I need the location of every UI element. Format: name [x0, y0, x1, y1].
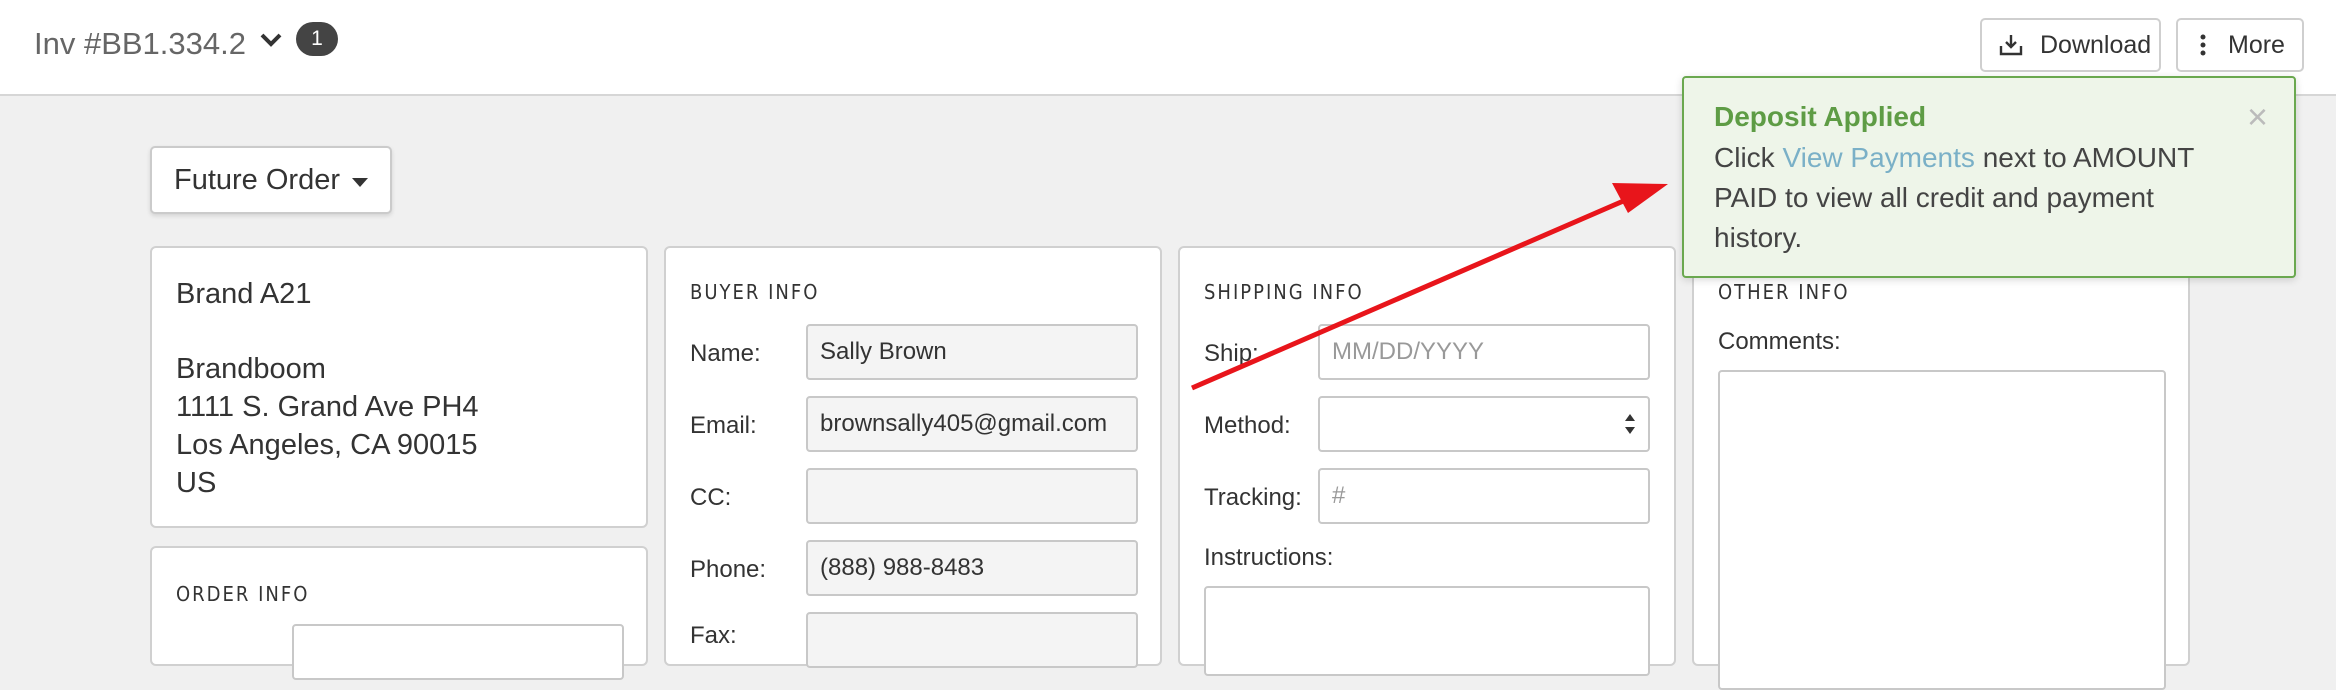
address-line: 1111 S. Grand Ave PH4	[176, 391, 479, 423]
order-info-field[interactable]	[292, 624, 624, 680]
tracking-field[interactable]: #	[1318, 468, 1650, 524]
phone-label: Phone:	[690, 556, 767, 583]
caret-down-icon	[352, 178, 368, 187]
more-label: More	[2228, 30, 2285, 59]
deposit-applied-toast: Deposit Applied Click View Payments next…	[1682, 76, 2296, 278]
comments-textarea[interactable]	[1718, 370, 2166, 690]
kebab-menu-icon	[2200, 34, 2206, 56]
order-info-title: ORDER INFO	[176, 582, 310, 606]
toast-title: Deposit Applied	[1714, 101, 1927, 132]
fax-field[interactable]	[806, 612, 1138, 668]
name-label: Name:	[690, 340, 761, 367]
view-payments-link[interactable]: View Payments	[1782, 142, 1974, 173]
brand-address: Brandboom 1111 S. Grand Ave PH4 Los Ange…	[176, 350, 622, 502]
email-label: Email:	[690, 412, 757, 439]
buyer-info-card: BUYER INFO Name: Sally Brown Email: brow…	[664, 246, 1162, 668]
cc-field[interactable]	[806, 468, 1138, 524]
toast-text-before: Click	[1714, 142, 1783, 173]
download-button[interactable]: Download	[1980, 18, 2161, 72]
tracking-label: Tracking:	[1204, 484, 1302, 511]
order-type-dropdown[interactable]: Future Order	[150, 146, 392, 214]
other-info-card: OTHER INFO Comments:	[1692, 246, 2190, 690]
other-info-title: OTHER INFO	[1718, 280, 1850, 304]
address-line: Los Angeles, CA 90015	[176, 429, 478, 461]
method-select[interactable]	[1318, 396, 1650, 452]
shipping-info-card: SHIPPING INFO Ship: MM/DD/YYYY Method: T…	[1178, 246, 1676, 676]
download-icon	[1999, 35, 2023, 56]
comments-label: Comments:	[1718, 328, 1841, 355]
ship-date-field[interactable]: MM/DD/YYYY	[1318, 324, 1650, 380]
brand-address-card: Brand A21 Brandboom 1111 S. Grand Ave PH…	[150, 246, 648, 528]
address-line: Brandboom	[176, 353, 326, 385]
address-line: US	[176, 467, 217, 499]
buyer-info-title: BUYER INFO	[690, 280, 820, 304]
instructions-textarea[interactable]	[1204, 586, 1650, 676]
order-type-value: Future Order	[174, 163, 340, 196]
brand-name: Brand A21	[176, 278, 312, 310]
select-updown-icon	[1625, 414, 1635, 434]
ship-label: Ship:	[1204, 340, 1259, 367]
toast-message: Click View Payments next to AMOUNT PAID …	[1714, 138, 2234, 258]
close-icon[interactable]: ×	[2247, 99, 2268, 135]
email-field[interactable]: brownsally405@gmail.com	[806, 396, 1138, 452]
instructions-label: Instructions:	[1204, 544, 1334, 571]
download-label: Download	[2040, 30, 2152, 59]
fax-label: Fax:	[690, 622, 737, 649]
invoice-title: Inv #BB1.334.2	[34, 26, 246, 61]
phone-field[interactable]: (888) 988-8483	[806, 540, 1138, 596]
more-button[interactable]: More	[2176, 18, 2304, 72]
name-field[interactable]: Sally Brown	[806, 324, 1138, 380]
method-label: Method:	[1204, 412, 1291, 439]
chevron-down-icon[interactable]	[258, 30, 284, 50]
cc-label: CC:	[690, 484, 732, 511]
shipping-info-title: SHIPPING INFO	[1204, 280, 1364, 304]
order-info-card: ORDER INFO	[150, 546, 648, 680]
count-badge[interactable]: 1	[296, 22, 338, 56]
